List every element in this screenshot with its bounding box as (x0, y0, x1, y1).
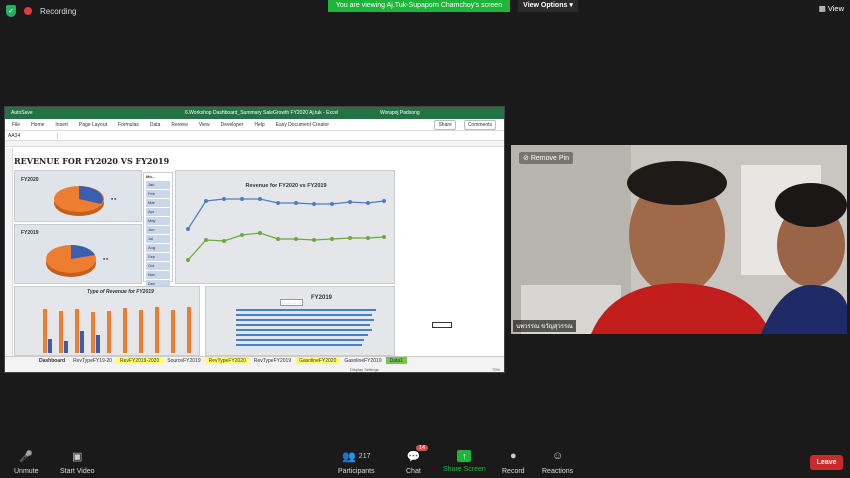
shared-screen-excel[interactable]: AutoSave 6.Workshop Dashboard_Summary Sa… (4, 106, 505, 373)
menu-data[interactable]: Data (150, 122, 161, 128)
slicer-item-may[interactable]: May (146, 217, 170, 225)
participants-button[interactable]: 👥 217 Participants (338, 448, 375, 476)
month-slicer[interactable]: Mo... Jan Feb Mar Apr May Jun Jul Aug Sep Oct Nov D… (143, 172, 173, 288)
pie-fy2020-graphic (54, 186, 104, 216)
slicer-item-apr[interactable]: Apr (146, 208, 170, 216)
line-chart-graphic (186, 197, 386, 262)
chat-badge: 14 (416, 445, 429, 451)
zoom-level[interactable]: 70% (492, 367, 500, 372)
microphone-muted-icon: 🎤 (19, 450, 34, 463)
bar-chart-revenue-type[interactable]: Type of Revenue for FY2019 (14, 286, 200, 356)
excel-user-name: Worapoj Padsong (380, 110, 420, 116)
meeting-controls: 🎤 Unmute ▣ Start Video 👥 217 Participant… (0, 440, 850, 478)
slicer-item-aug[interactable]: Aug (146, 244, 170, 252)
slicer-item-jan[interactable]: Jan (146, 181, 170, 189)
menu-page-layout[interactable]: Page Layout (79, 122, 107, 128)
menu-easy-document-creator[interactable]: Easy Document Creator (276, 122, 329, 128)
slicer-item-feb[interactable]: Feb (146, 190, 170, 198)
slicer-item-jun[interactable]: Jun (146, 226, 170, 234)
menu-formulas[interactable]: Formulas (118, 122, 139, 128)
share-screen-label: Share Screen (443, 466, 486, 473)
share-screen-icon: ↑ (457, 450, 472, 462)
view-label: View (827, 4, 844, 13)
excel-status-bar: Display Settings 70% (5, 364, 504, 372)
reactions-button[interactable]: ☺ Reactions (542, 448, 573, 475)
bar-chart-fy2019[interactable]: FY2019 Chart Area (205, 286, 395, 356)
security-shield-icon[interactable]: ✓ (6, 5, 16, 17)
share-button[interactable]: Share (434, 119, 456, 130)
share-screen-button[interactable]: ↑ Share Screen (443, 448, 486, 473)
chat-button[interactable]: 💬 14 Chat (406, 445, 429, 475)
participants-label: Participants (338, 468, 375, 475)
chat-label: Chat (406, 468, 421, 475)
name-box[interactable]: AA34 (8, 132, 58, 139)
recording-indicator[interactable]: ✓ Recording (6, 5, 76, 17)
record-icon: ● (509, 450, 517, 462)
bar2-graphic (236, 309, 376, 346)
view-options-label: View Options (523, 2, 568, 9)
sheet-tabs: Dashboard RevTypeFY19-20 RevFY2019-2020 … (5, 356, 504, 365)
slicer-items: Jan Feb Mar Apr May Jun Jul Aug Sep Oct Nov Dec (144, 181, 172, 288)
column-headers (5, 141, 504, 147)
excel-window-title: 6.Workshop Dashboard_Summary SaleGrowth … (185, 110, 339, 116)
dashboard-sheet[interactable]: REVENUE FOR FY2020 VS FY2019 FY2020 ■ ■ … (5, 148, 504, 356)
excel-title-bar: AutoSave 6.Workshop Dashboard_Summary Sa… (5, 107, 504, 119)
dashboard-title: REVENUE FOR FY2020 VS FY2019 (14, 156, 170, 166)
reactions-label: Reactions (542, 468, 574, 475)
menu-review[interactable]: Review (171, 122, 187, 128)
record-button[interactable]: ● Record (502, 448, 525, 475)
viewing-banner: You are viewing Aj.Tuk-Supaporn Chamchoy… (328, 0, 510, 12)
menu-developer[interactable]: Developer (221, 122, 244, 128)
pie-fy2019-graphic (46, 244, 96, 277)
bar1-graphic (43, 307, 191, 353)
view-options-button[interactable]: View Options ▾ (518, 0, 578, 12)
slicer-item-jul[interactable]: Jul (146, 235, 170, 243)
smiley-icon: ☺ (551, 450, 564, 462)
video-frame (511, 145, 847, 334)
pie-fy2019-legend: ■ ■ (103, 257, 109, 261)
top-bar: ✓ Recording You are viewing Aj.Tuk-Supap… (0, 0, 850, 22)
grid-icon: ▦ (818, 4, 826, 13)
line-chart-revenue[interactable]: Revenue for FY2020 vs FY2019 (175, 170, 395, 284)
zoom-meeting-window: ✓ Recording You are viewing Aj.Tuk-Supap… (0, 0, 850, 478)
menu-file[interactable]: File (12, 122, 20, 128)
remove-pin-button[interactable]: ⊘ Remove Pin (519, 152, 573, 164)
display-settings[interactable]: Display Settings (350, 367, 379, 372)
unmute-button[interactable]: 🎤 Unmute (14, 448, 39, 476)
selected-cell[interactable] (432, 322, 452, 328)
leave-button[interactable]: Leave (810, 455, 843, 470)
slicer-item-sep[interactable]: Sep (146, 253, 170, 261)
start-video-button[interactable]: ▣ Start Video (60, 448, 95, 476)
recording-label: Recording (40, 6, 77, 16)
record-label: Record (502, 468, 525, 475)
view-button[interactable]: ▦ View (819, 4, 844, 13)
pie-chart-fy2020[interactable]: FY2020 ■ ■ (14, 170, 142, 222)
slicer-item-nov[interactable]: Nov (146, 271, 170, 279)
participant-name: นพวรรณ ขวัญสุวรรณ (513, 320, 576, 332)
video-camera-off-icon: ▣ (72, 450, 83, 463)
menu-insert[interactable]: Insert (55, 122, 68, 128)
participants-count: 217 (358, 452, 371, 460)
participants-icon: 👥 217 (342, 450, 371, 463)
menu-home[interactable]: Home (31, 122, 44, 128)
autosave-label[interactable]: AutoSave (11, 110, 33, 116)
row-headers (5, 148, 13, 356)
slicer-header: Mo... (146, 174, 156, 179)
comments-button[interactable]: Comments (463, 119, 496, 130)
participant-video[interactable]: ⊘ Remove Pin นพวรรณ ขวัญสุวรรณ (511, 145, 847, 334)
slicer-item-oct[interactable]: Oct (146, 262, 170, 270)
pin-icon: ⊘ (523, 155, 529, 162)
menu-view[interactable]: View (199, 122, 210, 128)
menu-help[interactable]: Help (254, 122, 264, 128)
pie-chart-fy2019[interactable]: FY2019 ■ ■ (14, 224, 142, 284)
pie-fy2020-legend: ■ ■ (111, 197, 117, 201)
unmute-label: Unmute (14, 468, 39, 475)
slicer-item-mar[interactable]: Mar (146, 199, 170, 207)
recording-dot-icon (24, 7, 32, 15)
excel-ribbon-tabs: File Home Insert Page Layout Formulas Da… (5, 119, 504, 131)
formula-bar[interactable]: AA34 (5, 131, 504, 141)
remove-pin-label: Remove Pin (530, 155, 569, 162)
start-video-label: Start Video (60, 468, 95, 475)
